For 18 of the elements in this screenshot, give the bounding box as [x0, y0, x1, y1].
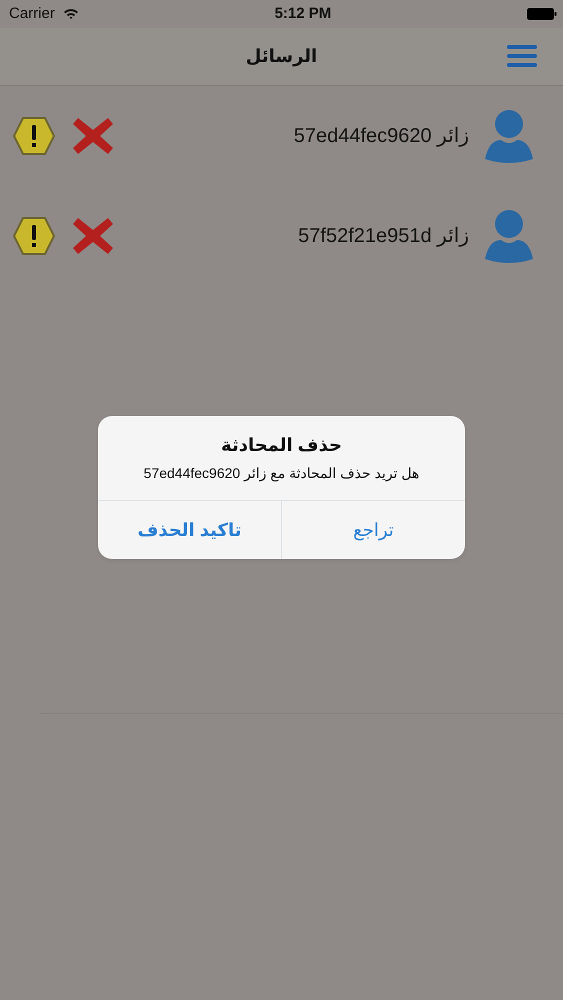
- wifi-icon: [62, 8, 79, 20]
- avatar-icon: [485, 209, 533, 263]
- alert-title: حذف المحادثة: [220, 434, 343, 457]
- visitor-name[interactable]: زائر 57ed44fec9620: [294, 121, 469, 151]
- delete-icon[interactable]: [72, 216, 114, 256]
- alert-message: هل تريد حذف المحادثة مع زائر 57ed44fec9620: [142, 464, 420, 484]
- screen-title: الرسائل: [246, 45, 318, 68]
- avatar-icon: [485, 109, 533, 163]
- menu-button[interactable]: [507, 44, 537, 68]
- delete-icon[interactable]: [72, 116, 114, 156]
- cancel-button[interactable]: تراجع: [282, 501, 465, 559]
- battery-icon: [526, 8, 557, 20]
- status-time: 5:12 PM: [274, 4, 332, 24]
- warning-icon[interactable]: [12, 216, 56, 256]
- confirm-button[interactable]: تاكيد الحذف: [98, 501, 282, 559]
- visitor-name[interactable]: زائر 57f52f21e951d: [298, 221, 469, 251]
- warning-icon[interactable]: [12, 116, 56, 156]
- carrier-name: Carrier: [9, 4, 55, 24]
